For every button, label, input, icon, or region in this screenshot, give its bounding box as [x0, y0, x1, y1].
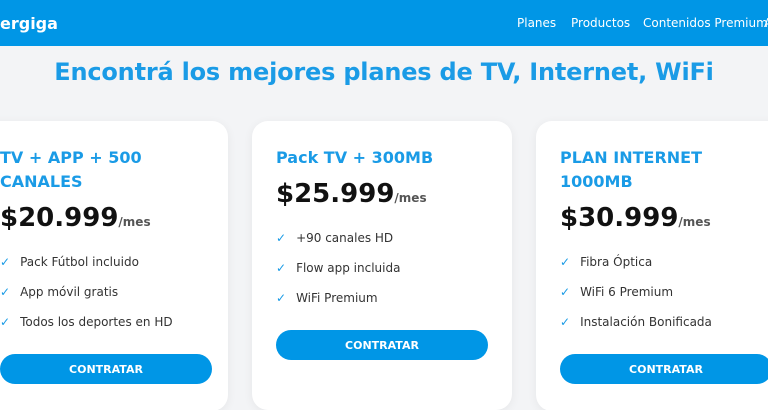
- contratar-button[interactable]: CONTRATAR: [560, 354, 768, 384]
- nav-link-planes[interactable]: Planes: [517, 16, 556, 30]
- check-icon: ✓: [560, 315, 571, 329]
- price-amount: $20.999: [0, 203, 119, 233]
- check-icon: ✓: [276, 261, 287, 275]
- nav-link-truncated[interactable]: A: [764, 16, 768, 30]
- check-icon: ✓: [0, 315, 11, 329]
- feature-text: App móvil gratis: [20, 285, 119, 299]
- plan-title: TV + APP + 500 CANALES: [0, 146, 142, 194]
- plan-price: $25.999/mes: [276, 179, 427, 209]
- check-icon: ✓: [0, 255, 11, 269]
- feature-item: ✓ WiFi Premium: [276, 291, 378, 305]
- feature-item: ✓ WiFi 6 Premium: [560, 285, 673, 299]
- plan-title-line: Pack TV + 300MB: [276, 148, 434, 167]
- price-amount: $25.999: [276, 179, 395, 209]
- top-navbar: ergiga Planes Productos Contenidos Premi…: [0, 0, 768, 46]
- feature-text: Todos los deportes en HD: [20, 315, 173, 329]
- feature-text: Pack Fútbol incluido: [20, 255, 139, 269]
- feature-text: Flow app incluida: [296, 261, 401, 275]
- brand-logo[interactable]: ergiga: [0, 14, 58, 33]
- plan-card-internet-1000mb: PLAN INTERNET 1000MB $30.999/mes ✓ Fibra …: [536, 121, 768, 410]
- plan-title-line: TV + APP + 500: [0, 148, 142, 167]
- price-unit: /mes: [118, 215, 151, 229]
- plan-card-pack-tv-300mb: Pack TV + 300MB $25.999/mes ✓ +90 canales…: [252, 121, 512, 410]
- nav-link-productos[interactable]: Productos: [571, 16, 630, 30]
- feature-item: ✓ Fibra Óptica: [560, 255, 652, 269]
- page-headline: Encontrá los mejores planes de TV, Inter…: [54, 58, 714, 86]
- contratar-button[interactable]: CONTRATAR: [0, 354, 212, 384]
- plan-title-line: CANALES: [0, 172, 83, 191]
- plan-title-line: PLAN INTERNET: [560, 148, 703, 167]
- plan-price: $20.999/mes: [0, 203, 151, 233]
- feature-item: ✓ Todos los deportes en HD: [0, 315, 173, 329]
- price-amount: $30.999: [560, 203, 679, 233]
- check-icon: ✓: [276, 231, 287, 245]
- feature-text: WiFi Premium: [296, 291, 378, 305]
- feature-text: WiFi 6 Premium: [580, 285, 674, 299]
- check-icon: ✓: [560, 255, 571, 269]
- plan-title: Pack TV + 300MB: [276, 146, 433, 170]
- check-icon: ✓: [0, 285, 11, 299]
- feature-item: ✓ Pack Fútbol incluido: [0, 255, 139, 269]
- feature-text: Instalación Bonificada: [580, 315, 712, 329]
- feature-item: ✓ App móvil gratis: [0, 285, 118, 299]
- feature-item: ✓ +90 canales HD: [276, 231, 393, 245]
- price-unit: /mes: [394, 191, 427, 205]
- feature-item: ✓ Flow app incluida: [276, 261, 400, 275]
- plan-card-tv-app-500: TV + APP + 500 CANALES $20.999/mes ✓ Pack…: [0, 121, 228, 410]
- price-unit: /mes: [678, 215, 711, 229]
- feature-item: ✓ Instalación Bonificada: [560, 315, 712, 329]
- check-icon: ✓: [560, 285, 571, 299]
- check-icon: ✓: [276, 291, 287, 305]
- feature-text: Fibra Óptica: [580, 255, 653, 269]
- plan-price: $30.999/mes: [560, 203, 711, 233]
- plan-title-line: 1000MB: [560, 172, 633, 191]
- nav-link-contenidos-premium[interactable]: Contenidos Premium: [643, 16, 768, 30]
- feature-text: +90 canales HD: [296, 231, 394, 245]
- plan-title: PLAN INTERNET 1000MB: [560, 146, 702, 194]
- contratar-button[interactable]: CONTRATAR: [276, 330, 488, 360]
